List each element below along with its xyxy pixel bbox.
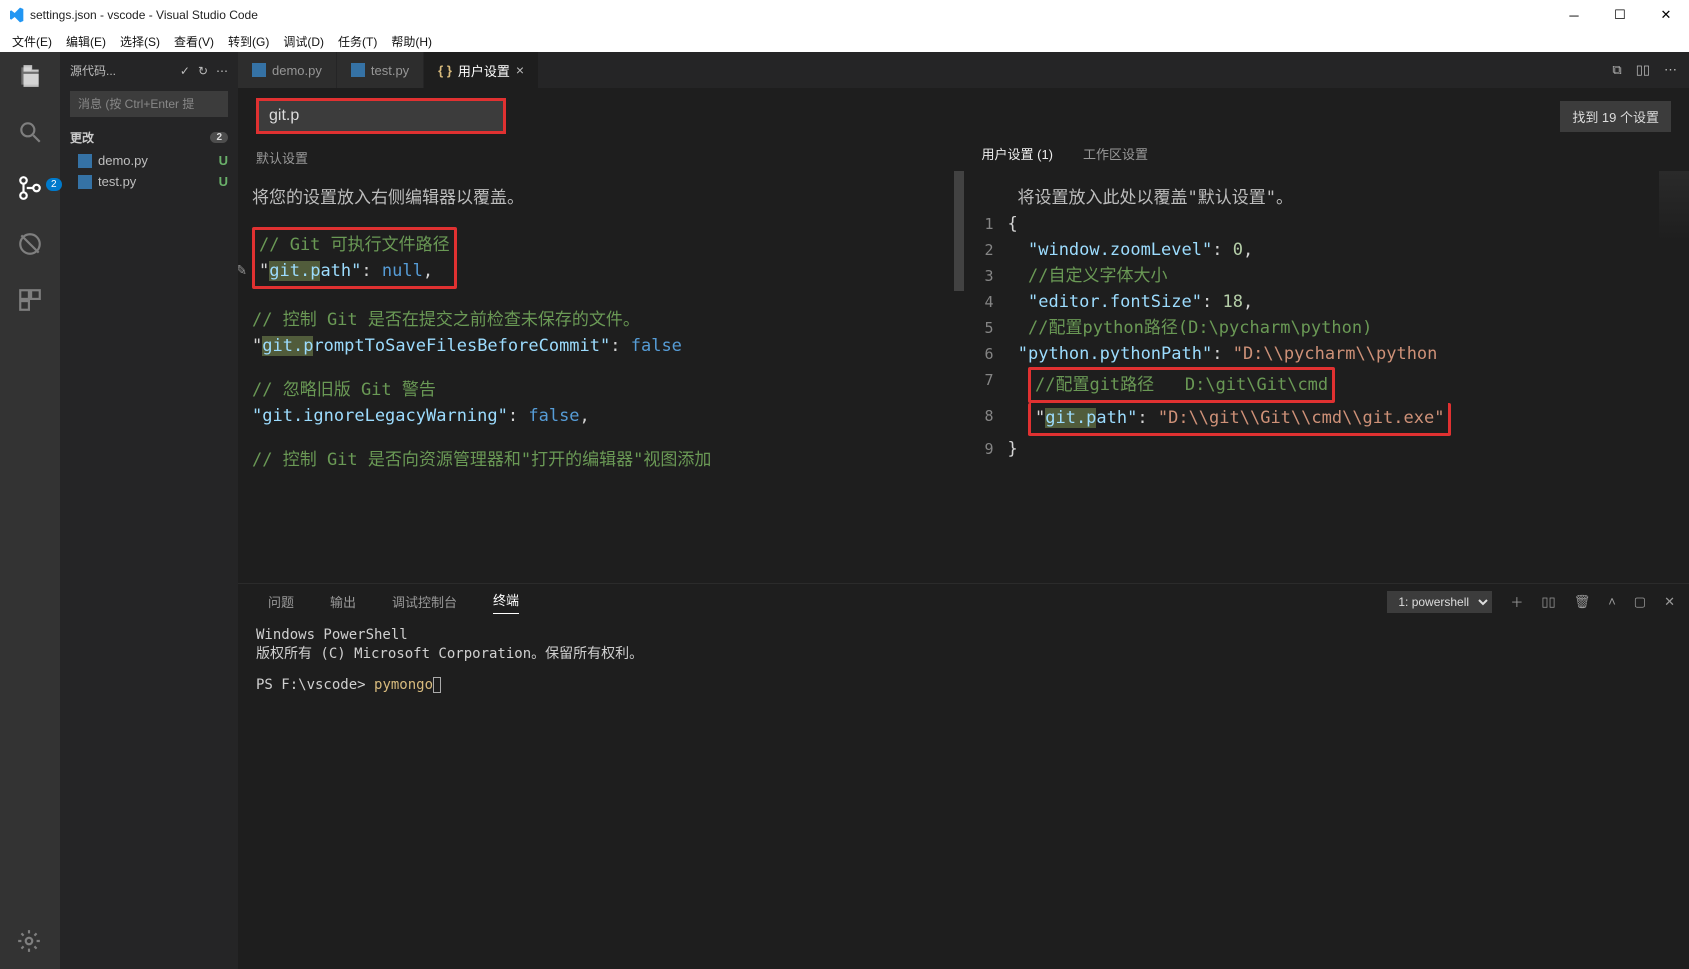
default-settings-pane[interactable]: 将您的设置放入右侧编辑器以覆盖。 ✎ // Git 可执行文件路径 "git.p… bbox=[238, 171, 964, 583]
menu-selection[interactable]: 选择(S) bbox=[114, 31, 166, 52]
menu-view[interactable]: 查看(V) bbox=[168, 31, 220, 52]
menu-edit[interactable]: 编辑(E) bbox=[60, 31, 112, 52]
settings-gear-icon[interactable] bbox=[16, 928, 42, 954]
panel-tab-terminal[interactable]: 终端 bbox=[493, 590, 519, 614]
new-terminal-icon[interactable]: ＋ bbox=[1510, 592, 1523, 611]
menu-tasks[interactable]: 任务(T) bbox=[332, 31, 383, 52]
python-icon bbox=[252, 63, 266, 77]
debug-icon[interactable] bbox=[16, 230, 44, 258]
menu-go[interactable]: 转到(G) bbox=[222, 31, 275, 52]
vscode-logo-icon bbox=[8, 7, 24, 23]
menubar: 文件(E) 编辑(E) 选择(S) 查看(V) 转到(G) 调试(D) 任务(T… bbox=[0, 30, 1689, 52]
source-control-icon[interactable]: 2 bbox=[16, 174, 44, 202]
commit-check-icon[interactable]: ✓ bbox=[180, 64, 190, 78]
left-hint: 将您的设置放入右侧编辑器以覆盖。 bbox=[252, 185, 940, 211]
menu-debug[interactable]: 调试(D) bbox=[277, 31, 330, 52]
settings-search-bar: 找到 19 个设置 bbox=[238, 88, 1689, 144]
close-window-button[interactable]: ✕ bbox=[1643, 0, 1689, 30]
menu-help[interactable]: 帮助(H) bbox=[385, 31, 438, 52]
file-status: U bbox=[219, 174, 228, 189]
user-settings-pane[interactable]: 将设置放入此处以覆盖"默认设置"。 1{ 2 "window.zoomLevel… bbox=[964, 171, 1689, 583]
file-name: demo.py bbox=[98, 153, 213, 168]
kill-terminal-icon[interactable]: 🗑 bbox=[1574, 594, 1591, 610]
maximize-button[interactable]: ☐ bbox=[1597, 0, 1643, 30]
settings-found-label: 找到 19 个设置 bbox=[1560, 101, 1671, 132]
scm-badge: 2 bbox=[46, 178, 62, 191]
sidebar: 源代码... ✓ ↻ ⋯ 消息 (按 Ctrl+Enter 提 更改 2 dem… bbox=[60, 52, 238, 969]
right-hint: 将设置放入此处以覆盖"默认设置"。 bbox=[964, 185, 1666, 211]
python-icon bbox=[351, 63, 365, 77]
panel-tab-problems[interactable]: 问题 bbox=[268, 592, 294, 611]
tab-row: demo.py test.py { } 用户设置 × ⧉ ▯▯ ⋯ bbox=[238, 52, 1689, 88]
extensions-icon[interactable] bbox=[16, 286, 44, 314]
file-name: test.py bbox=[98, 174, 213, 189]
split-editor-icon[interactable]: ▯▯ bbox=[1636, 62, 1650, 78]
python-icon bbox=[78, 175, 92, 189]
sidebar-title: 源代码... bbox=[70, 62, 116, 79]
more-icon[interactable]: ⋯ bbox=[216, 64, 228, 78]
term-line: 版权所有 (C) Microsoft Corporation。保留所有权利。 bbox=[256, 643, 1671, 663]
edit-pencil-icon[interactable]: ✎ bbox=[238, 257, 246, 283]
file-row-demo[interactable]: demo.py U bbox=[60, 150, 238, 171]
cursor-icon bbox=[433, 677, 441, 693]
open-aside-icon[interactable]: ⧉ bbox=[1612, 62, 1621, 78]
panel-tab-debug-console[interactable]: 调试控制台 bbox=[392, 592, 457, 611]
changes-label: 更改 bbox=[70, 129, 94, 146]
tab-label: demo.py bbox=[272, 63, 322, 78]
term-line: Windows PowerShell bbox=[256, 627, 1671, 643]
split-terminal-icon[interactable]: ▯▯ bbox=[1541, 594, 1555, 610]
workspace-settings-tab[interactable]: 工作区设置 bbox=[1083, 144, 1148, 163]
python-icon bbox=[78, 154, 92, 168]
editor-area: demo.py test.py { } 用户设置 × ⧉ ▯▯ ⋯ 找到 19 … bbox=[238, 52, 1689, 969]
commit-message-input[interactable]: 消息 (按 Ctrl+Enter 提 bbox=[70, 91, 228, 117]
tab-test[interactable]: test.py bbox=[337, 52, 423, 88]
minimap[interactable] bbox=[1659, 171, 1689, 241]
changes-count: 2 bbox=[210, 132, 228, 143]
activity-bar: 2 bbox=[0, 52, 60, 969]
chevron-up-icon[interactable]: ˄ bbox=[1608, 594, 1616, 609]
window-title: settings.json - vscode - Visual Studio C… bbox=[30, 8, 1551, 22]
more-actions-icon[interactable]: ⋯ bbox=[1664, 62, 1677, 78]
term-prompt: PS F:\vscode> pymongo bbox=[256, 677, 1671, 693]
default-settings-tab[interactable]: 默认设置 bbox=[256, 148, 308, 167]
highlight-git-path: // Git 可执行文件路径 "git.path": null, bbox=[252, 227, 457, 289]
terminal[interactable]: Windows PowerShell 版权所有 (C) Microsoft Co… bbox=[238, 619, 1689, 969]
file-status: U bbox=[219, 153, 228, 168]
terminal-select[interactable]: 1: powershell bbox=[1387, 591, 1492, 613]
highlight-git-path-right-b: "git.path": "D:\\git\\Git\\cmd\\git.exe" bbox=[1028, 403, 1451, 436]
minimize-button[interactable]: ─ bbox=[1551, 0, 1597, 30]
scrollbar[interactable] bbox=[954, 171, 964, 291]
menu-file[interactable]: 文件(E) bbox=[6, 31, 58, 52]
user-settings-tab[interactable]: 用户设置 (1) bbox=[982, 144, 1054, 163]
settings-search-input[interactable] bbox=[256, 98, 506, 134]
highlight-git-path-right: //配置git路径 D:\git\Git\cmd bbox=[1028, 367, 1335, 403]
panel-tab-output[interactable]: 输出 bbox=[330, 592, 356, 611]
search-icon[interactable] bbox=[16, 118, 44, 146]
refresh-icon[interactable]: ↻ bbox=[198, 64, 208, 78]
explorer-icon[interactable] bbox=[16, 62, 44, 90]
close-panel-icon[interactable]: ✕ bbox=[1664, 594, 1675, 610]
titlebar: settings.json - vscode - Visual Studio C… bbox=[0, 0, 1689, 30]
tab-demo[interactable]: demo.py bbox=[238, 52, 336, 88]
file-row-test[interactable]: test.py U bbox=[60, 171, 238, 192]
panel: 问题 输出 调试控制台 终端 1: powershell ＋ ▯▯ 🗑 ˄ ▢ … bbox=[238, 583, 1689, 969]
close-tab-icon[interactable]: × bbox=[516, 62, 524, 78]
maximize-panel-icon[interactable]: ▢ bbox=[1634, 594, 1646, 610]
tab-label: test.py bbox=[371, 63, 409, 78]
tab-label: 用户设置 bbox=[458, 61, 510, 80]
braces-icon: { } bbox=[438, 63, 452, 78]
tab-user-settings[interactable]: { } 用户设置 × bbox=[424, 52, 538, 88]
